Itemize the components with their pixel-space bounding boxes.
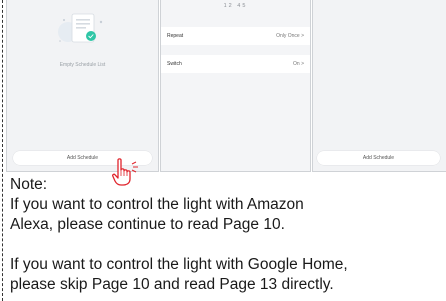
note-line-1: If you want to control the light with Am… (10, 196, 304, 213)
note-line-2: Alexa, please continue to read Page 10. (10, 216, 285, 233)
app-screenshots: Empty Schedule List Add Schedule 12 45 R… (0, 0, 446, 174)
empty-schedule-illustration (58, 13, 103, 43)
note-line-4: please skip Page 10 and read Page 13 dir… (10, 276, 334, 293)
repeat-row[interactable]: Repeat Only Once > (161, 27, 310, 45)
time-picker-value[interactable]: 12 45 (161, 3, 310, 9)
schedule-settings-screen: 12 45 Repeat Only Once > Switch On > (160, 0, 311, 172)
manual-page: Empty Schedule List Add Schedule 12 45 R… (0, 0, 446, 301)
switch-label: Switch (167, 61, 182, 67)
empty-schedule-text: Empty Schedule List (59, 62, 106, 68)
note-line-3: If you want to control the light with Go… (10, 256, 348, 273)
schedule-list-screen: Empty Schedule List Add Schedule (6, 0, 159, 172)
note-section: Note: If you want to control the light w… (10, 175, 446, 295)
repeat-label: Repeat (167, 33, 184, 39)
repeat-value: Only Once > (276, 33, 304, 39)
add-schedule-button-2[interactable]: Add Schedule (317, 151, 440, 165)
switch-value: On > (293, 61, 304, 67)
schedule-list-screen-2: Add Schedule (312, 0, 446, 172)
note-title: Note: (10, 176, 48, 193)
switch-row[interactable]: Switch On > (161, 55, 310, 73)
